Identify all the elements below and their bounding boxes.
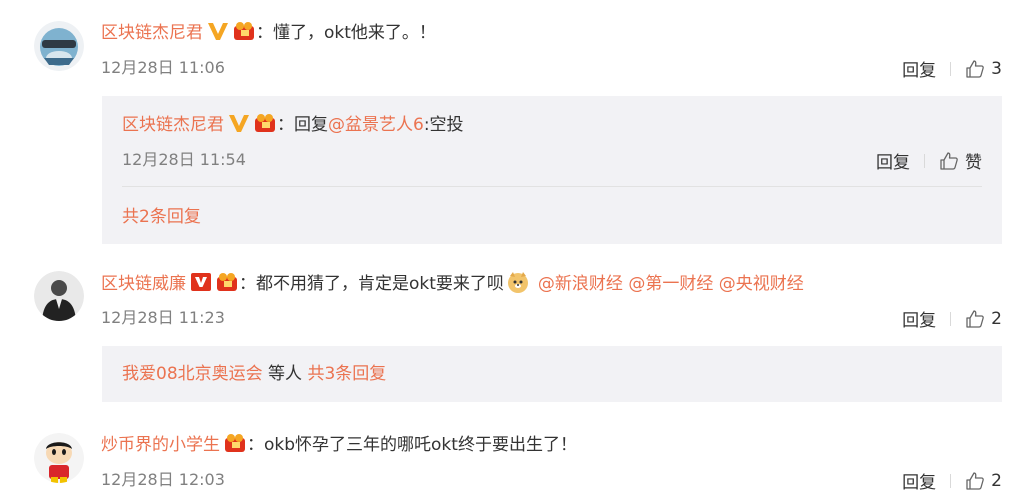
like-button[interactable]: 3: [965, 59, 1002, 79]
reply-text: :空投: [423, 115, 464, 135]
username-link[interactable]: 我爱08北京奥运会: [122, 364, 263, 384]
summary-text: 等人: [262, 364, 308, 384]
reply-time: 12月28日 11:54: [122, 150, 246, 169]
like-button[interactable]: 赞: [939, 148, 982, 173]
divider: [950, 311, 952, 326]
separator-colon: ：: [247, 435, 264, 455]
thumbs-up-icon: [966, 471, 985, 490]
thumbs-up-icon: [966, 59, 985, 78]
comment-time: 12月28日 11:23: [101, 308, 225, 327]
comment-item: 炒币界的小学生 ：okb怀孕了三年的哪吒okt终于要出生了！ 12月28日 12:…: [0, 412, 1032, 502]
comment-time: 12月28日 12:03: [101, 470, 225, 489]
verified-badge-icon: [190, 272, 212, 298]
comment-item: 区块链杰尼君 ：懂了，okt他来了。！ 12月28日 11:06 回复 3 区块链…: [0, 0, 1032, 250]
username-link[interactable]: 区块链威廉: [101, 274, 186, 294]
thumbs-up-icon: [940, 151, 958, 170]
comment-text: 懂了，okt他来了。！: [273, 23, 436, 43]
username-link[interactable]: 区块链杰尼君: [101, 23, 203, 43]
replies-summary-box: 我爱08北京奥运会 等人 共3条回复: [102, 346, 1002, 402]
verified-v-icon: [228, 113, 250, 139]
like-count: 3: [991, 58, 1002, 79]
fan-medal-icon: [223, 432, 247, 460]
mention-link[interactable]: @盆景艺人6: [328, 115, 424, 135]
divider: [950, 473, 952, 488]
like-count: 2: [991, 470, 1002, 491]
divider: [950, 61, 952, 76]
comment-text: okb怀孕了三年的哪吒okt终于要出生了！: [264, 435, 577, 455]
fan-medal-icon: [215, 271, 239, 299]
fan-medal-icon: [253, 112, 277, 140]
reply-button[interactable]: 回复: [902, 306, 936, 331]
sub-divider: [122, 186, 982, 187]
avatar[interactable]: [34, 271, 84, 321]
username-link[interactable]: 炒币界的小学生: [101, 435, 220, 455]
comment-actions: 回复 3: [902, 56, 1002, 82]
fan-medal-icon: [232, 20, 256, 48]
mention-link[interactable]: @央视财经: [719, 274, 804, 294]
more-replies-link[interactable]: 共3条回复: [307, 364, 386, 384]
separator-colon: ：: [256, 23, 273, 43]
reply-button[interactable]: 回复: [876, 148, 910, 173]
separator-colon: ：: [239, 274, 256, 294]
avatar[interactable]: [34, 433, 84, 483]
mention-link[interactable]: @第一财经: [628, 274, 713, 294]
comment-item: 区块链威廉 ：都不用猜了，肯定是okt要来了呗 @新浪财经 @第一财经 @央视财经 …: [0, 250, 1032, 412]
thumbs-up-icon: [966, 309, 985, 328]
separator-colon: ：: [277, 115, 294, 135]
like-button[interactable]: 2: [965, 309, 1002, 329]
like-button[interactable]: 2: [965, 471, 1002, 491]
mention-link[interactable]: @新浪财经: [538, 274, 623, 294]
reply-button[interactable]: 回复: [902, 468, 936, 493]
comment-text: 都不用猜了，肯定是okt要来了呗: [256, 274, 504, 294]
comment-time: 12月28日 11:06: [101, 58, 225, 77]
username-link[interactable]: 区块链杰尼君: [122, 115, 224, 135]
like-label: 赞: [965, 153, 982, 173]
avatar[interactable]: [34, 21, 84, 71]
sub-reply-box: 区块链杰尼君 ：回复@盆景艺人6:空投 12月28日 11:54 回复 赞 共2条…: [102, 96, 1002, 244]
reply-actions: 回复 赞: [876, 148, 982, 173]
like-count: 2: [991, 308, 1002, 329]
reply-button[interactable]: 回复: [902, 56, 936, 81]
doge-emoji-icon: [506, 270, 530, 300]
comment-actions: 回复 2: [902, 306, 1002, 332]
more-replies-link[interactable]: 共2条回复: [122, 206, 201, 228]
verified-v-icon: [207, 21, 229, 47]
reply-prefix: 回复: [294, 115, 328, 135]
divider: [924, 153, 925, 168]
comment-actions: 回复 2: [902, 468, 1002, 494]
